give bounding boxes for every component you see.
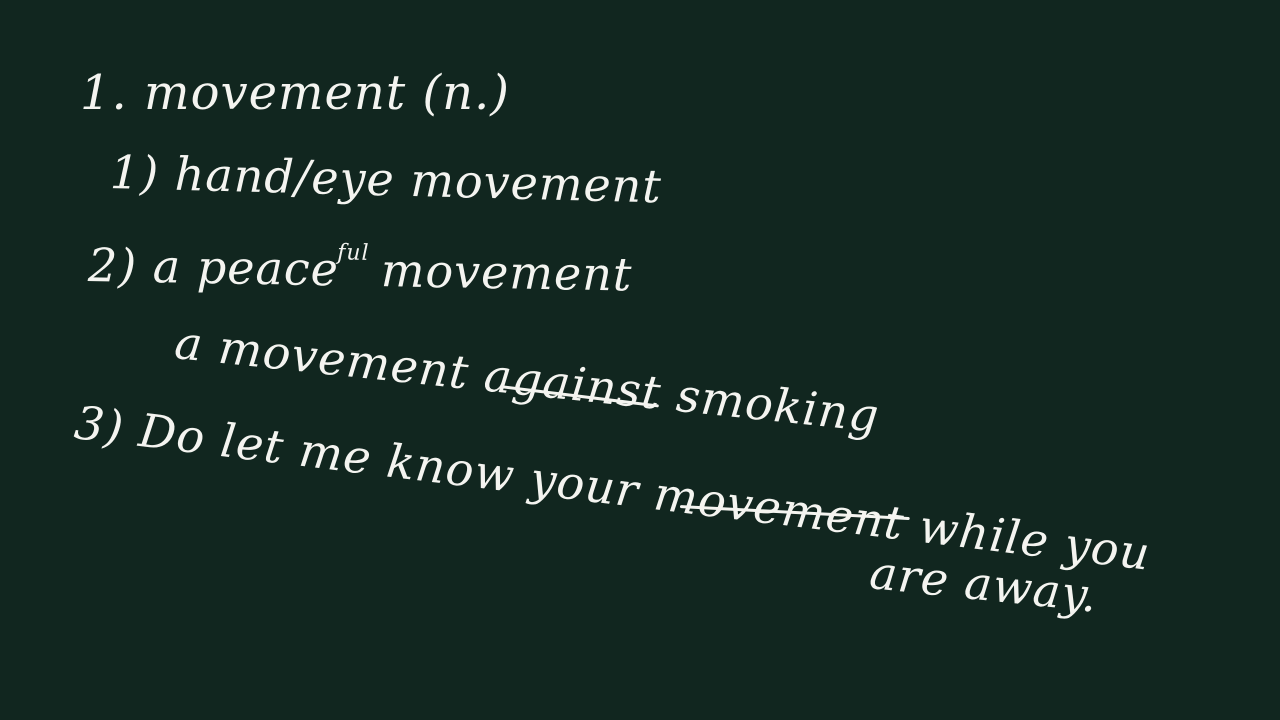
example-2b-start: a movement [172, 315, 488, 402]
example-3-start: 3) Do let me know your [71, 395, 658, 520]
example-2-insert: ful [337, 240, 370, 266]
example-3: 3) Do let me know your movement while yo… [72, 395, 1154, 581]
example-2-after: movement [364, 242, 633, 302]
example-2: 2) a peaceful movement [88, 238, 633, 301]
example-1: 1) hand/eye movement [109, 145, 663, 214]
example-2b-end: smoking [658, 366, 883, 443]
example-2-before: 2) a peace [87, 238, 340, 297]
example-2b-underlined: against [481, 347, 665, 420]
heading: 1. movement (n.) [80, 65, 510, 121]
